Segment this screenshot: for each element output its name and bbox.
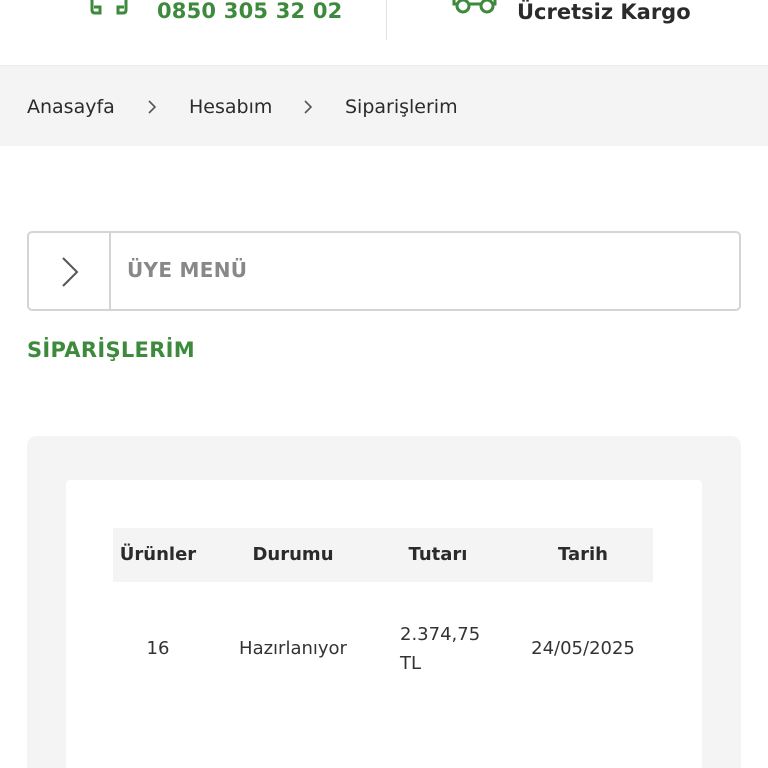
phone-icon [90, 0, 128, 15]
chevron-right-icon [148, 100, 157, 114]
order-date: 24/05/2025 [531, 638, 635, 659]
top-bar: 0850 305 32 02 Ücretsiz Kargo [0, 0, 768, 66]
phone-number-link[interactable]: 0850 305 32 02 [157, 0, 342, 23]
order-products-count: 16 [146, 638, 170, 659]
breadcrumb-account[interactable]: Hesabım [189, 96, 272, 118]
member-menu-chevron-box [29, 233, 111, 309]
column-header-products: Ürünler [119, 544, 197, 565]
column-header-amount: Tutarı [408, 544, 468, 565]
column-header-date: Tarih [558, 544, 608, 565]
header-divider [386, 0, 387, 40]
member-menu-toggle[interactable]: ÜYE MENÜ [27, 231, 741, 311]
chevron-right-icon [62, 257, 79, 287]
orders-table-header: Ürünler Durumu Tutarı Tarih [113, 528, 653, 582]
chevron-right-icon [304, 100, 313, 114]
breadcrumb: Anasayfa Hesabım Siparişlerim [0, 66, 768, 146]
column-header-status: Durumu [252, 544, 334, 565]
order-amount: 2.374,75 TL [400, 624, 481, 674]
breadcrumb-orders[interactable]: Siparişlerim [345, 96, 458, 118]
page-title: SİPARİŞLERİM [27, 338, 195, 362]
order-status: Hazırlanıyor [239, 638, 347, 659]
free-shipping-text: Ücretsiz Kargo [517, 0, 691, 24]
member-menu-label: ÜYE MENÜ [127, 258, 248, 282]
orders-card: Ürünler Durumu Tutarı Tarih 16 Hazırlanı… [66, 480, 702, 768]
breadcrumb-home[interactable]: Anasayfa [27, 96, 115, 118]
truck-icon [452, 0, 497, 14]
orders-panel: Ürünler Durumu Tutarı Tarih 16 Hazırlanı… [27, 436, 741, 768]
